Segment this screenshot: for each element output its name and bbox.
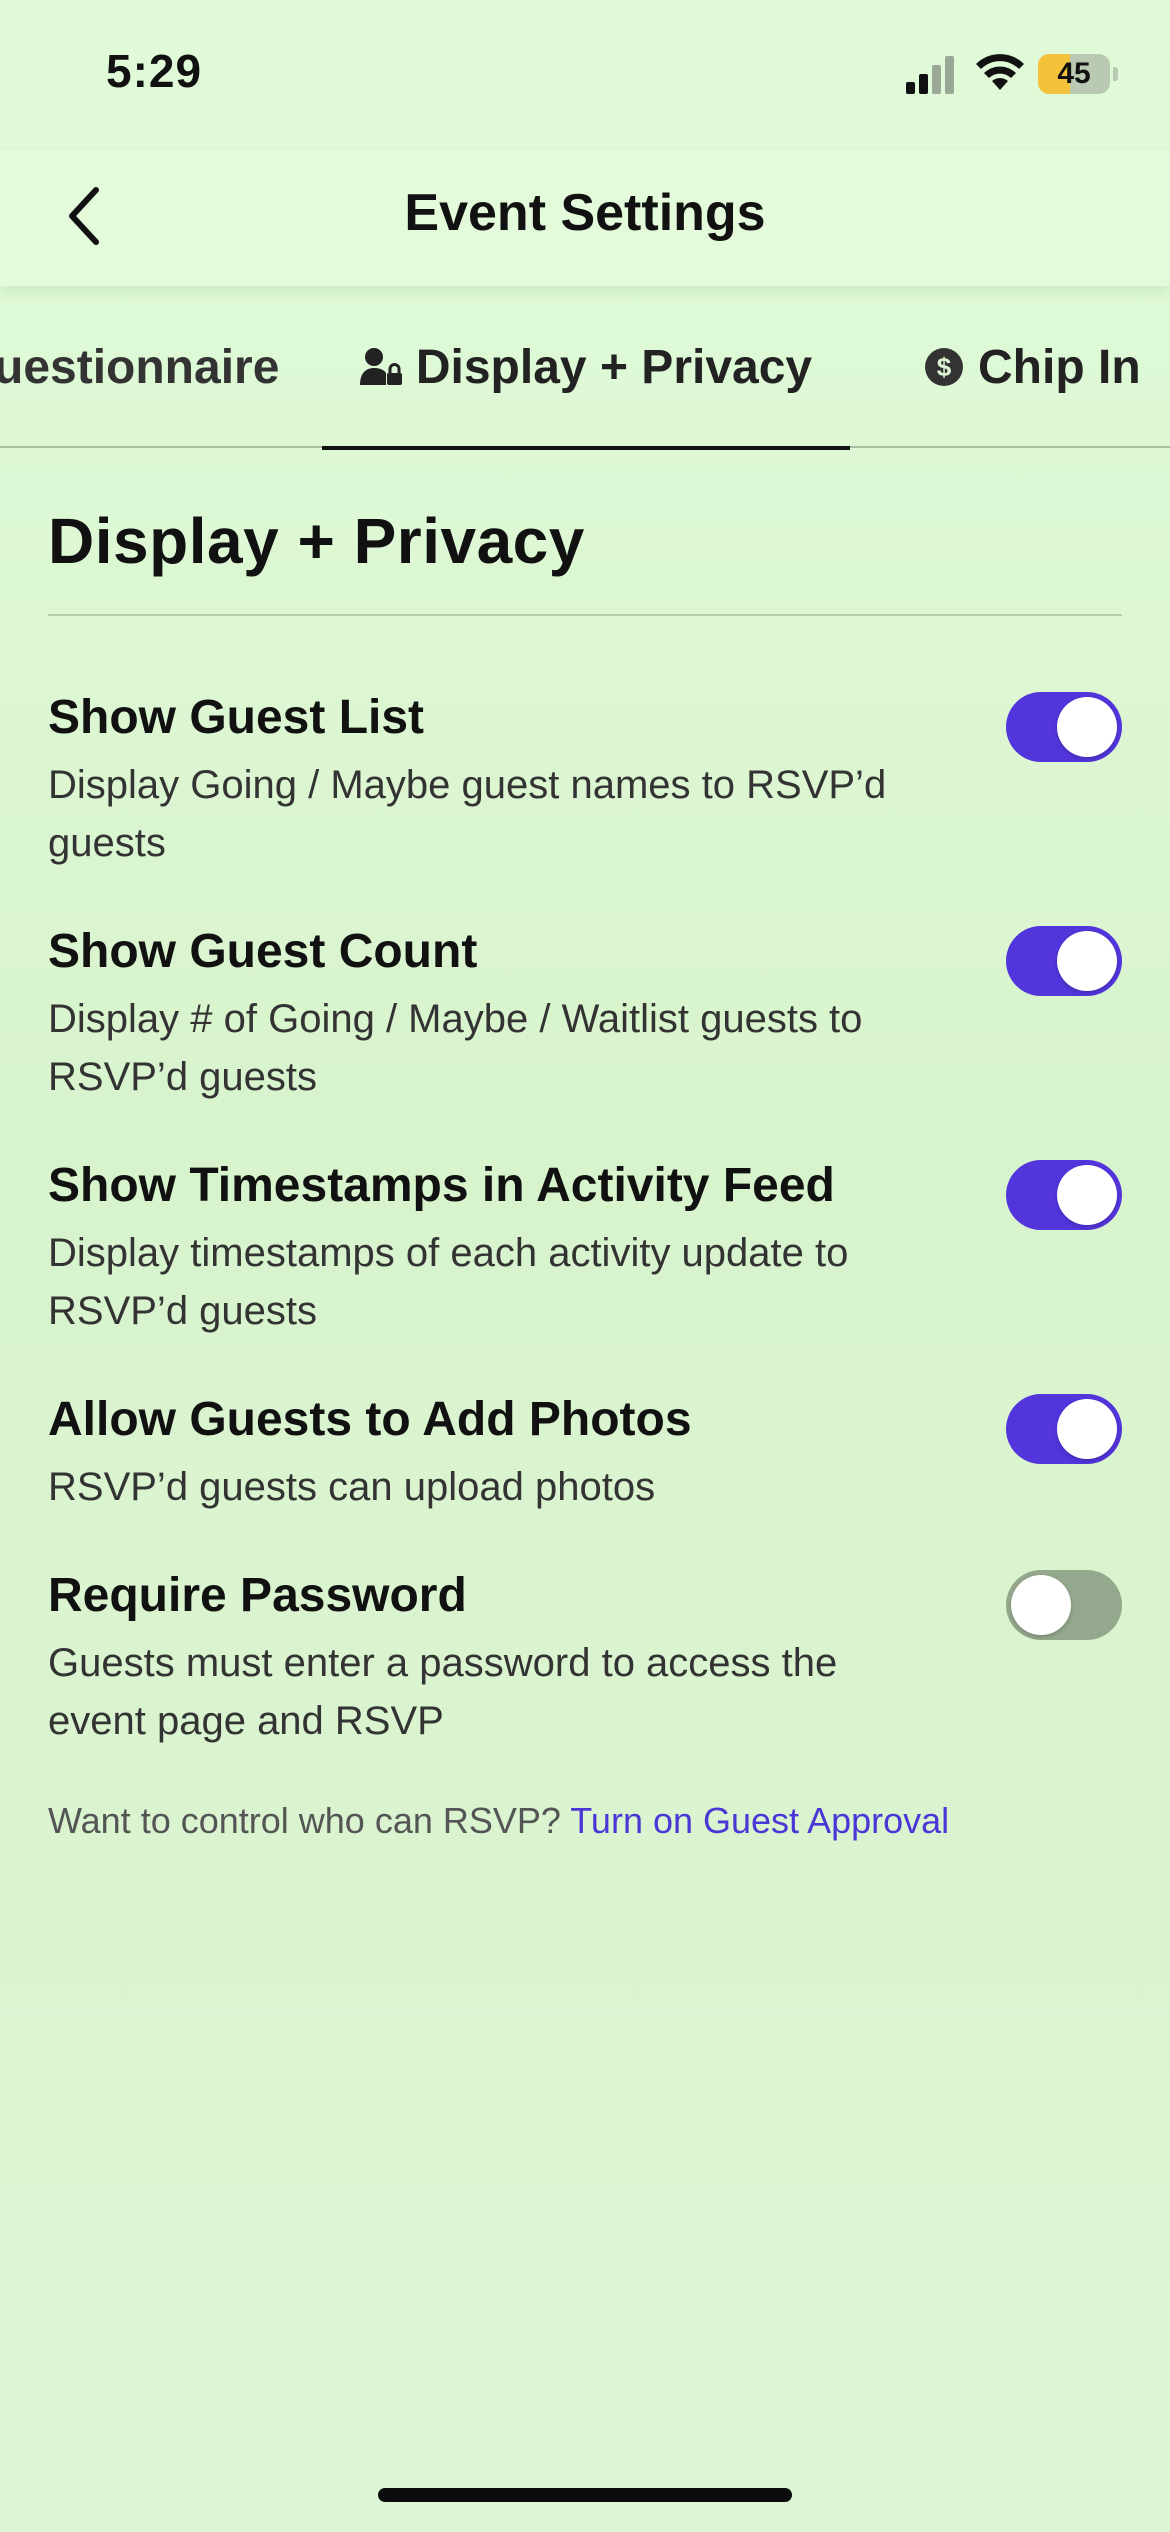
status-bar: 5:29 45 bbox=[0, 0, 1170, 150]
setting-show-guest-count: Show Guest Count Display # of Going / Ma… bbox=[48, 922, 1122, 1106]
settings-tabs: uestionnaire Display + Privacy $ Chip In bbox=[0, 286, 1170, 450]
allow-guest-photos-toggle[interactable] bbox=[1006, 1394, 1122, 1464]
page-title: Event Settings bbox=[404, 184, 766, 242]
tab-label: Display + Privacy bbox=[415, 340, 813, 394]
setting-title: Allow Guests to Add Photos bbox=[48, 1393, 692, 1446]
setting-description: Guests must enter a password to access t… bbox=[48, 1641, 838, 1743]
setting-title: Show Guest List bbox=[48, 691, 425, 744]
setting-title: Show Guest Count bbox=[48, 925, 478, 978]
require-password-toggle[interactable] bbox=[1006, 1570, 1122, 1640]
person-lock-icon bbox=[359, 348, 402, 385]
setting-description: RSVP’d guests can upload photos bbox=[48, 1465, 656, 1509]
setting-title: Require Password bbox=[48, 1569, 467, 1622]
setting-allow-guest-photos: Allow Guests to Add Photos RSVP’d guests… bbox=[48, 1390, 1122, 1516]
setting-show-guest-list: Show Guest List Display Going / Maybe gu… bbox=[48, 688, 1122, 872]
tab-chip-in[interactable]: $ Chip In bbox=[924, 286, 1141, 448]
setting-description: Display # of Going / Maybe / Waitlist gu… bbox=[48, 997, 863, 1099]
tab-label: Chip In bbox=[978, 340, 1141, 394]
battery-level: 45 bbox=[1057, 57, 1091, 90]
section-title: Display + Privacy bbox=[48, 505, 585, 577]
dollar-circle-icon: $ bbox=[925, 348, 963, 386]
show-timestamps-toggle[interactable] bbox=[1006, 1160, 1122, 1230]
guest-approval-link[interactable]: Turn on Guest Approval bbox=[570, 1800, 949, 1841]
wifi-icon bbox=[976, 54, 1024, 90]
guest-approval-prompt: Want to control who can RSVP? bbox=[48, 1800, 561, 1841]
setting-show-timestamps: Show Timestamps in Activity Feed Display… bbox=[48, 1156, 1122, 1340]
tab-display-privacy[interactable]: Display + Privacy bbox=[322, 286, 850, 450]
tab-questionnaire[interactable]: uestionnaire bbox=[0, 286, 279, 448]
cellular-signal-icon bbox=[906, 56, 954, 94]
guest-approval-note: Want to control who can RSVP? Turn on Gu… bbox=[48, 1800, 949, 1842]
show-guest-count-toggle[interactable] bbox=[1006, 926, 1122, 996]
show-guest-list-toggle[interactable] bbox=[1006, 692, 1122, 762]
setting-require-password: Require Password Guests must enter a pas… bbox=[48, 1566, 1122, 1750]
setting-description: Display timestamps of each activity upda… bbox=[48, 1231, 849, 1333]
back-button[interactable] bbox=[52, 176, 116, 256]
nav-header: Event Settings bbox=[0, 150, 1170, 286]
status-time: 5:29 bbox=[106, 45, 203, 97]
divider bbox=[48, 614, 1122, 616]
setting-description: Display Going / Maybe guest names to RSV… bbox=[48, 763, 887, 865]
battery-icon: 45 bbox=[1038, 54, 1118, 94]
tab-label: uestionnaire bbox=[0, 340, 280, 394]
home-indicator bbox=[378, 2488, 792, 2502]
setting-title: Show Timestamps in Activity Feed bbox=[48, 1159, 835, 1212]
svg-text:$: $ bbox=[937, 352, 952, 382]
chevron-left-icon bbox=[69, 187, 99, 245]
